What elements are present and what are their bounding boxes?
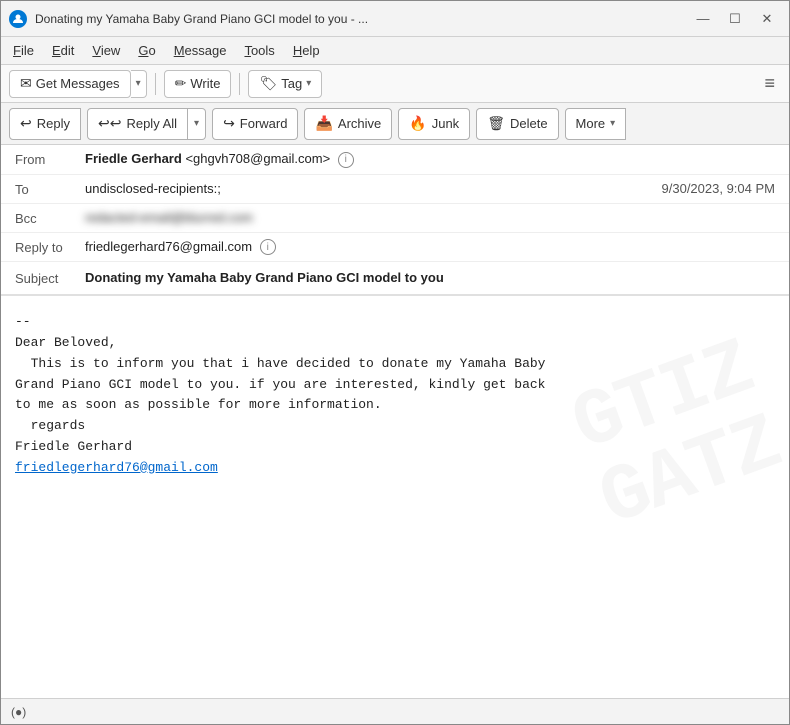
body-line-6: regards [15,416,775,437]
minimize-button[interactable]: — [689,9,717,29]
bcc-label: Bcc [15,210,85,226]
get-messages-icon: ✉ [20,75,32,92]
delete-icon: 🗑 [487,115,505,132]
from-email: <ghgvh708@gmail.com> [185,151,330,166]
reply-icon: ↩ [20,115,32,132]
from-name: Friedle Gerhard [85,151,182,166]
menu-view[interactable]: View [84,41,128,60]
body-line-3: This is to inform you that i have decide… [15,354,775,375]
reply-all-button[interactable]: ↩↩ Reply All [87,108,188,140]
window-controls: — ☐ ✕ [689,9,781,29]
to-label: To [15,181,85,197]
reply-group: ↩ Reply [9,108,81,140]
subject-row: Subject Donating my Yamaha Baby Grand Pi… [1,262,789,295]
reply-to-value: friedlegerhard76@gmail.com i [85,239,775,256]
main-window: Donating my Yamaha Baby Grand Piano GCI … [0,0,790,725]
reply-all-chevron-icon: ▾ [194,118,199,129]
junk-icon: 🔥 [409,115,426,132]
forward-label: Forward [240,116,288,131]
junk-button[interactable]: 🔥 Junk [398,108,470,140]
reply-to-link[interactable]: friedlegerhard76@gmail.com [15,460,218,475]
to-value: undisclosed-recipients:; [85,181,662,196]
menu-message[interactable]: Message [166,41,235,60]
more-label: More [576,116,606,131]
from-value: Friedle Gerhard <ghgvh708@gmail.com> i [85,151,775,168]
reply-button[interactable]: ↩ Reply [9,108,81,140]
tag-icon: 🏷 [259,75,277,92]
toolbar-separator-2 [239,73,240,95]
menu-go[interactable]: Go [130,41,163,60]
menu-edit[interactable]: Edit [44,41,82,60]
delete-label: Delete [510,116,548,131]
title-bar: Donating my Yamaha Baby Grand Piano GCI … [1,1,789,37]
from-row: From Friedle Gerhard <ghgvh708@gmail.com… [1,145,789,175]
from-label: From [15,151,85,167]
tag-chevron-icon: ▾ [306,78,311,89]
archive-button[interactable]: 📥 Archive [304,108,392,140]
body-line-7: Friedle Gerhard [15,437,775,458]
reply-all-group: ↩↩ Reply All ▾ [87,108,206,140]
email-header: From Friedle Gerhard <ghgvh708@gmail.com… [1,145,789,296]
to-row: To undisclosed-recipients:; 9/30/2023, 9… [1,175,789,204]
forward-icon: ↪ [223,115,235,132]
toolbar: ✉ Get Messages ▾ ✏ Write 🏷 Tag ▾ ≡ [1,65,789,103]
reply-to-row: Reply to friedlegerhard76@gmail.com i [1,233,789,263]
subject-value: Donating my Yamaha Baby Grand Piano GCI … [85,270,775,285]
hamburger-menu-button[interactable]: ≡ [758,71,781,96]
reply-all-dropdown[interactable]: ▾ [188,108,206,140]
body-line-4: Grand Piano GCI model to you. if you are… [15,375,775,396]
get-messages-button[interactable]: ✉ Get Messages [9,70,131,98]
body-line-1: -- [15,312,775,333]
get-messages-label: Get Messages [36,76,120,91]
junk-label: Junk [432,116,459,131]
close-button[interactable]: ✕ [753,9,781,29]
write-icon: ✏ [175,75,187,92]
bcc-row: Bcc redacted-email@blurred.com [1,204,789,233]
status-icon: (●) [11,705,26,719]
reply-all-label: Reply All [126,116,177,131]
menu-file[interactable]: File [5,41,42,60]
action-bar: ↩ Reply ↩↩ Reply All ▾ ↪ Forward 📥 Archi… [1,103,789,145]
title-text: Donating my Yamaha Baby Grand Piano GCI … [35,12,689,26]
tag-label: Tag [281,76,302,91]
get-messages-dropdown[interactable]: ▾ [131,70,147,98]
toolbar-separator-1 [155,73,156,95]
more-group: More ▾ [565,108,627,140]
subject-label: Subject [15,270,85,286]
reply-to-label: Reply to [15,239,85,255]
from-info-icon[interactable]: i [338,152,354,168]
body-line-2: Dear Beloved, [15,333,775,354]
menu-bar: File Edit View Go Message Tools Help [1,37,789,65]
forward-button[interactable]: ↪ Forward [212,108,298,140]
reply-label: Reply [37,116,70,131]
app-icon [9,10,27,28]
email-body: GTIZGATZ -- Dear Beloved, This is to inf… [1,296,789,698]
write-button[interactable]: ✏ Write [164,70,232,98]
reply-to-email: friedlegerhard76@gmail.com [85,239,252,254]
status-bar: (●) [1,698,789,724]
body-link-line: friedlegerhard76@gmail.com [15,458,775,479]
more-chevron-icon: ▾ [610,118,615,129]
bcc-value: redacted-email@blurred.com [85,210,775,225]
menu-tools[interactable]: Tools [236,41,282,60]
write-label: Write [190,76,220,91]
reply-to-info-icon[interactable]: i [260,239,276,255]
archive-icon: 📥 [315,115,332,132]
menu-help[interactable]: Help [285,41,328,60]
tag-button[interactable]: 🏷 Tag ▾ [248,70,322,98]
body-line-5: to me as soon as possible for more infor… [15,395,775,416]
email-date: 9/30/2023, 9:04 PM [662,181,775,196]
maximize-button[interactable]: ☐ [721,9,749,29]
chevron-down-icon: ▾ [136,78,141,89]
archive-label: Archive [338,116,381,131]
reply-all-icon: ↩↩ [98,115,121,132]
more-button[interactable]: More ▾ [565,108,627,140]
delete-button[interactable]: 🗑 Delete [476,108,558,140]
